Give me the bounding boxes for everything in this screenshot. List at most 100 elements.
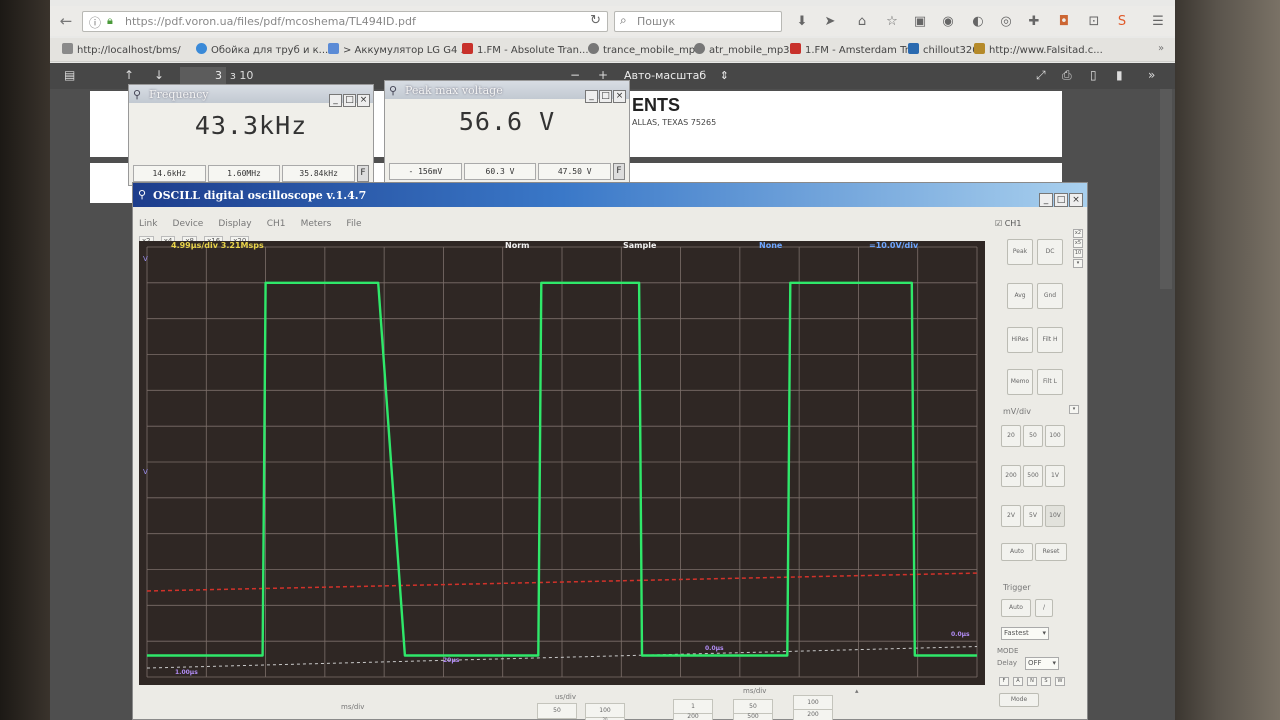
hamburger-menu-icon[interactable]: ☰ (1150, 14, 1166, 30)
back-arrow-icon[interactable]: ← (54, 10, 78, 32)
ch-x5-button[interactable]: x5 (1073, 239, 1083, 248)
bookmarks-overflow-icon[interactable]: » (1158, 43, 1164, 54)
mode-s-button[interactable]: S (1041, 677, 1051, 686)
home-icon[interactable]: ⌂ (854, 14, 870, 30)
memo-button[interactable]: Memo (1007, 369, 1033, 395)
close-button[interactable]: × (357, 94, 370, 107)
scope-display[interactable]: V V 4.99µs/div 3.21Msps Norm Sample None… (139, 241, 985, 685)
meter-settings-button[interactable]: F (613, 163, 626, 180)
mv-20-button[interactable]: 20 (1001, 425, 1021, 447)
maximize-button[interactable]: □ (599, 90, 612, 103)
mv-200-button[interactable]: 200 (1001, 465, 1021, 487)
mv-scroll-button[interactable]: ▾ (1069, 405, 1079, 414)
minimize-button[interactable]: _ (585, 90, 598, 103)
timebase-50-button[interactable]: 50 (537, 703, 577, 719)
close-button[interactable]: × (1069, 193, 1083, 207)
bookmark-item[interactable]: chillout320 (908, 43, 979, 56)
bookmark-item[interactable]: atr_mobile_mp3 (694, 43, 790, 56)
mode-a-button[interactable]: A (1013, 677, 1023, 686)
url-bar[interactable]: ⓘ 🔒︎ https://pdf.voron.ua/files/pdf/mcos… (82, 11, 608, 32)
search-input[interactable]: ⌕ Пошук (614, 11, 782, 32)
minimize-button[interactable]: _ (1039, 193, 1053, 207)
meter-settings-button[interactable]: F (357, 165, 370, 182)
tools-icon[interactable]: » (1148, 68, 1155, 82)
bookmark-item[interactable]: http://www.Falsitad.c... (974, 43, 1103, 56)
mv-5v-button[interactable]: 5V (1023, 505, 1043, 527)
send-icon[interactable]: ➤ (822, 14, 838, 30)
ch1-enable-checkbox[interactable]: ☑ CH1 (995, 219, 1021, 228)
mv-500-button[interactable]: 500 (1023, 465, 1043, 487)
filter-h-button[interactable]: Filt H (1037, 327, 1063, 353)
mv-1v-button[interactable]: 1V (1045, 465, 1065, 487)
fullscreen-icon[interactable]: ⤢ (1036, 68, 1046, 83)
reset-button[interactable]: Reset (1035, 543, 1067, 561)
filter-l-button[interactable]: Filt L (1037, 369, 1063, 395)
gnd-button[interactable]: Gnd (1037, 283, 1063, 309)
window-titlebar[interactable]: ⚲ OSCILL digital oscilloscope v.1.4.7 _ □… (133, 183, 1087, 207)
bookmark-item[interactable]: trance_mobile_mp3 (588, 43, 702, 56)
addon-icon[interactable]: ✚ (1026, 14, 1042, 30)
bookmark-item[interactable]: http://localhost/bms/ (62, 43, 181, 56)
download-icon[interactable]: ⬇ (794, 14, 810, 30)
avg-button[interactable]: Avg (1007, 283, 1033, 309)
bookmark-item[interactable]: 1.FM - Amsterdam Tr... (790, 43, 917, 56)
bookmark-item[interactable]: 1.FM - Absolute Tran... (462, 43, 589, 56)
trigger-auto-button[interactable]: Auto (1001, 599, 1031, 617)
peak-button[interactable]: Peak (1007, 239, 1033, 265)
trigger-edge-icon[interactable]: / (1035, 599, 1053, 617)
info-icon[interactable]: ⓘ (89, 14, 101, 31)
sidebar-toggle-icon[interactable]: ▤ (64, 68, 75, 82)
mv-10v-button[interactable]: 10V (1045, 505, 1065, 527)
bookmark-item[interactable]: Обойка для труб и к... (196, 43, 328, 56)
speed-select[interactable]: Fastest (1001, 627, 1049, 640)
menu-meters[interactable]: Meters (301, 219, 332, 229)
prev-page-icon[interactable]: ↑ (124, 68, 134, 82)
bookmark-star-icon[interactable]: ☆ (884, 14, 900, 30)
oscilloscope-window[interactable]: ⚲ OSCILL digital oscilloscope v.1.4.7 _ □… (132, 182, 1088, 720)
maximize-button[interactable]: □ (1054, 193, 1068, 207)
mode-button[interactable]: Mode (999, 693, 1039, 707)
s-extension-icon[interactable]: S (1114, 14, 1130, 30)
mode-w-button[interactable]: W (1055, 677, 1065, 686)
record-icon[interactable]: ◘ (1056, 14, 1072, 30)
scroll-up-icon[interactable]: ▴ (855, 687, 859, 695)
mv-50-button[interactable]: 50 (1023, 425, 1043, 447)
voltage-meter-window[interactable]: ⚲ Peak max voltage _ □ × 56.6 V - 156mV 60… (384, 80, 630, 184)
timebase-200b-button[interactable]: 200 (673, 713, 713, 720)
timebase-500-button[interactable]: 500 (733, 713, 773, 720)
hires-button[interactable]: HiRes (1007, 327, 1033, 353)
ch-scroll-button[interactable]: ▾ (1073, 259, 1083, 268)
bookmark-item[interactable]: > Аккумулятор LG G4 ... (328, 43, 470, 56)
extension-icon[interactable]: ◐ (970, 14, 986, 30)
dc-button[interactable]: DC (1037, 239, 1063, 265)
menu-ch1[interactable]: CH1 (267, 219, 286, 229)
screenshot-icon[interactable]: ⊡ (1086, 14, 1102, 30)
ch-x2-button[interactable]: x2 (1073, 229, 1083, 238)
close-button[interactable]: × (613, 90, 626, 103)
bookmark-icon[interactable]: ▮ (1116, 68, 1123, 82)
menu-file[interactable]: File (346, 219, 361, 229)
mode-n-button[interactable]: N (1027, 677, 1037, 686)
ch-x10-button[interactable]: 10 (1073, 249, 1083, 258)
minimize-button[interactable]: _ (329, 94, 342, 107)
next-page-icon[interactable]: ↓ (154, 68, 164, 82)
window-titlebar[interactable]: ⚲ Frequency _ □ × (129, 85, 373, 107)
window-titlebar[interactable]: ⚲ Peak max voltage _ □ × (385, 81, 629, 103)
page-number-input[interactable]: 3 (180, 67, 226, 85)
zoom-select[interactable]: Авто-масштаб ⇕ (624, 69, 729, 82)
delay-select[interactable]: OFF (1025, 657, 1059, 670)
auto-button[interactable]: Auto (1001, 543, 1033, 561)
frequency-meter-window[interactable]: ⚲ Frequency _ □ × 43.3kHz 14.6kHz 1.60MHz … (128, 84, 374, 186)
timebase-200-button[interactable]: 200 (793, 709, 833, 720)
save-icon[interactable]: ▯ (1090, 68, 1097, 82)
reload-icon[interactable]: ↻ (590, 13, 601, 28)
mv-100-button[interactable]: 100 (1045, 425, 1065, 447)
print-icon[interactable]: ⎙ (1062, 68, 1072, 83)
sync-icon[interactable]: ◎ (998, 14, 1014, 30)
pocket-icon[interactable]: ◉ (940, 14, 956, 30)
maximize-button[interactable]: □ (343, 94, 356, 107)
clipboard-icon[interactable]: ▣ (912, 14, 928, 30)
mode-f-button[interactable]: F (999, 677, 1009, 686)
mv-2v-button[interactable]: 2V (1001, 505, 1021, 527)
pdf-scrollbar[interactable] (1160, 89, 1172, 289)
